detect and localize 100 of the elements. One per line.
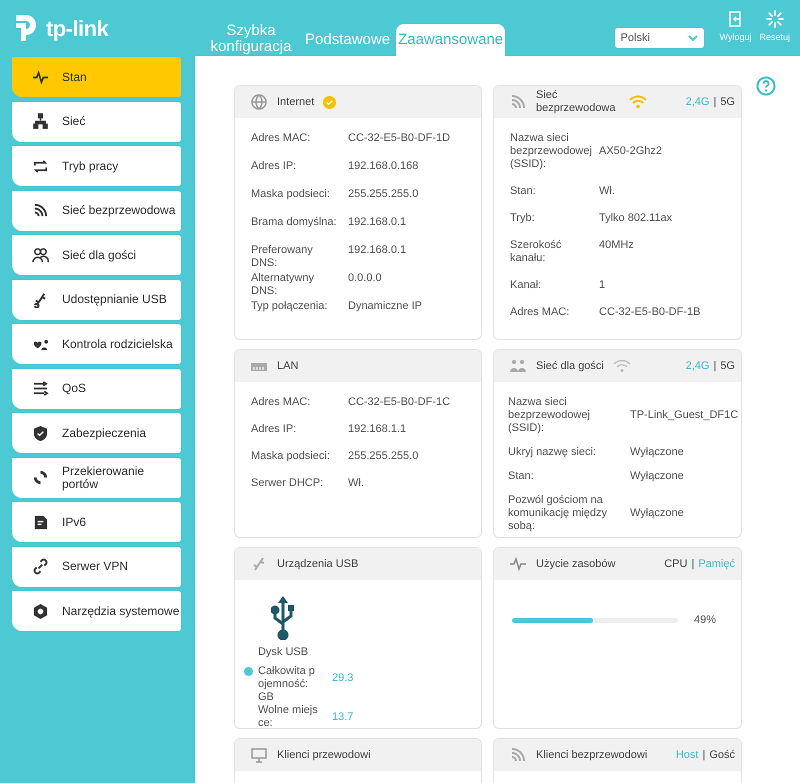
field-value: Wyłączone <box>630 446 684 459</box>
field-label: Nazwa sieci bezprzewodowej (SSID): <box>508 396 591 435</box>
sidebar-item[interactable]: Sieć bezprzewodowa <box>12 190 181 230</box>
sidebar-item[interactable]: QoS <box>12 368 181 408</box>
field-label: Stan: <box>508 470 535 483</box>
device-name: Dysk USB <box>258 646 308 659</box>
field-label: Adres IP: <box>251 423 298 436</box>
field-label: Maska podsieci: <box>251 188 331 202</box>
hexagon-icon <box>32 602 49 620</box>
card-title: LAN <box>277 358 298 374</box>
link-icon <box>32 558 49 575</box>
sidebar-item[interactable]: IPv6 <box>12 502 181 542</box>
pulse-icon <box>32 68 49 86</box>
sidebar-item[interactable]: Serwer VPN <box>12 546 181 586</box>
document-icon <box>32 514 49 530</box>
chevron-icon <box>688 35 698 41</box>
field-value: AX50-2Ghz2 <box>599 145 662 158</box>
card-title: Klienci przewodowi <box>277 748 371 763</box>
sidebar-item[interactable]: Udostępnianie USB <box>12 280 181 320</box>
card-title: Klienci bezprzewodowi <box>536 748 648 763</box>
field-label: Kanał: <box>510 279 542 292</box>
field-label: Nazwa sieci bezprzewodowej (SSID): <box>510 132 593 171</box>
card-title: Urządzenia USB <box>277 556 358 572</box>
card-title: Sieć dla gości <box>536 358 604 374</box>
people-icon <box>32 246 49 264</box>
field-value: Wł. <box>348 477 364 490</box>
sidebar-item[interactable]: Kontrola rodzicielska <box>12 324 181 364</box>
field-label: Tryb: <box>510 212 536 225</box>
lines-icon <box>32 380 49 397</box>
field-label: Pozwól gościom na komunikację między sobą: <box>508 494 608 533</box>
capacity-value: 13.7 <box>331 710 354 724</box>
logo-text: tp-link <box>46 14 108 43</box>
card-title: Internet <box>277 94 314 110</box>
field-label: Maska podsieci: <box>251 450 331 463</box>
separator-mark: | <box>713 358 716 374</box>
sidebar-item[interactable]: Przekierowanie portów <box>12 458 181 498</box>
field-value: 192.168.0.1 <box>348 244 406 258</box>
field-label: Adres IP: <box>251 160 298 174</box>
field-value: 192.168.0.168 <box>348 160 418 174</box>
field-value: Dynamiczne IP <box>348 300 422 314</box>
field-label: Szerokość kanału: <box>510 239 562 265</box>
field-value: CC-32-E5-B0-DF-1D <box>348 132 450 146</box>
field-label: Serwer DHCP: <box>251 477 324 490</box>
monitor-icon <box>250 746 268 764</box>
field-label: Typ połączenia: <box>251 300 328 314</box>
field-value: Wł. <box>599 185 615 198</box>
help-icon[interactable] <box>756 76 776 96</box>
shield-icon <box>32 424 49 442</box>
field-value: 40MHz <box>599 239 634 253</box>
card-title: Użycie zasobów <box>536 556 616 572</box>
sidebar-item[interactable]: Narzędzia systemowe <box>12 591 181 631</box>
field-value: 1 <box>599 279 606 292</box>
sidebar-item[interactable]: Tryb pracy <box>12 146 181 186</box>
progress-reading: 49% <box>694 614 716 627</box>
field-value: 255.255.255.0 <box>348 450 418 463</box>
band-tab[interactable]: Gość <box>709 746 735 764</box>
field-label: Adres MAC: <box>251 132 312 146</box>
field-value: 0.0.0.0 <box>348 272 382 286</box>
separator-mark: | <box>713 94 716 110</box>
capacity-value: 29.3 <box>331 671 354 685</box>
sidebar-item[interactable]: Zabezpieczenia <box>12 413 181 453</box>
field-value: Tylko 802.11ax <box>599 212 672 225</box>
field-label: Alternatywny DNS: <box>251 272 315 299</box>
field-value: 192.168.0.1 <box>348 216 406 230</box>
field-value: CC-32-E5-B0-DF-1C <box>348 396 450 409</box>
signal-icon <box>32 202 49 219</box>
signal-icon <box>509 93 527 111</box>
field-label: Brama domyślna: <box>251 216 338 230</box>
field-value: 255.255.255.0 <box>348 188 418 202</box>
field-label: Preferowany DNS: <box>251 244 314 271</box>
usb-drive-icon <box>271 596 295 640</box>
network-icon <box>32 113 49 130</box>
separator-mark: | <box>691 556 694 572</box>
people-icon <box>509 357 527 375</box>
sidebar-item[interactable]: Sieć dla gości <box>12 235 181 275</box>
field-label: Ukryj nazwę sieci: <box>508 446 598 459</box>
field-value: TP-Link_Guest_DF1C <box>630 409 738 422</box>
card-title: Sieć bezprzewodowa <box>536 89 616 115</box>
language-select[interactable]: Polski <box>614 28 704 48</box>
field-label: Stan: <box>510 185 537 198</box>
capacity-label: Wolne miejsce: <box>258 704 318 730</box>
capacity-unit: GB <box>258 691 275 704</box>
arrows-icon <box>32 158 49 174</box>
sparkle-icon[interactable] <box>766 10 784 28</box>
sidebar-item[interactable]: Sieć <box>12 102 181 142</box>
field-value: Wyłączone <box>630 470 684 483</box>
field-value: 192.168.1.1 <box>348 423 406 436</box>
circle-arrows-icon <box>32 469 49 486</box>
field-label: Adres MAC: <box>251 396 312 409</box>
field-label: Adres MAC: <box>510 306 570 319</box>
sidebar-item[interactable]: Stan <box>12 57 181 97</box>
separator-mark: | <box>702 748 706 763</box>
capacity-label: Całkowita pojemność: <box>258 665 316 691</box>
pulse-icon <box>509 555 527 573</box>
band-tab[interactable]: 5G <box>720 358 735 374</box>
field-value: CC-32-E5-B0-DF-1B <box>599 306 700 319</box>
band-tab[interactable]: 5G <box>720 94 735 110</box>
band-tab[interactable]: CPU <box>664 556 688 572</box>
field-value: Wyłączone <box>630 507 684 520</box>
globe-icon <box>250 93 268 111</box>
